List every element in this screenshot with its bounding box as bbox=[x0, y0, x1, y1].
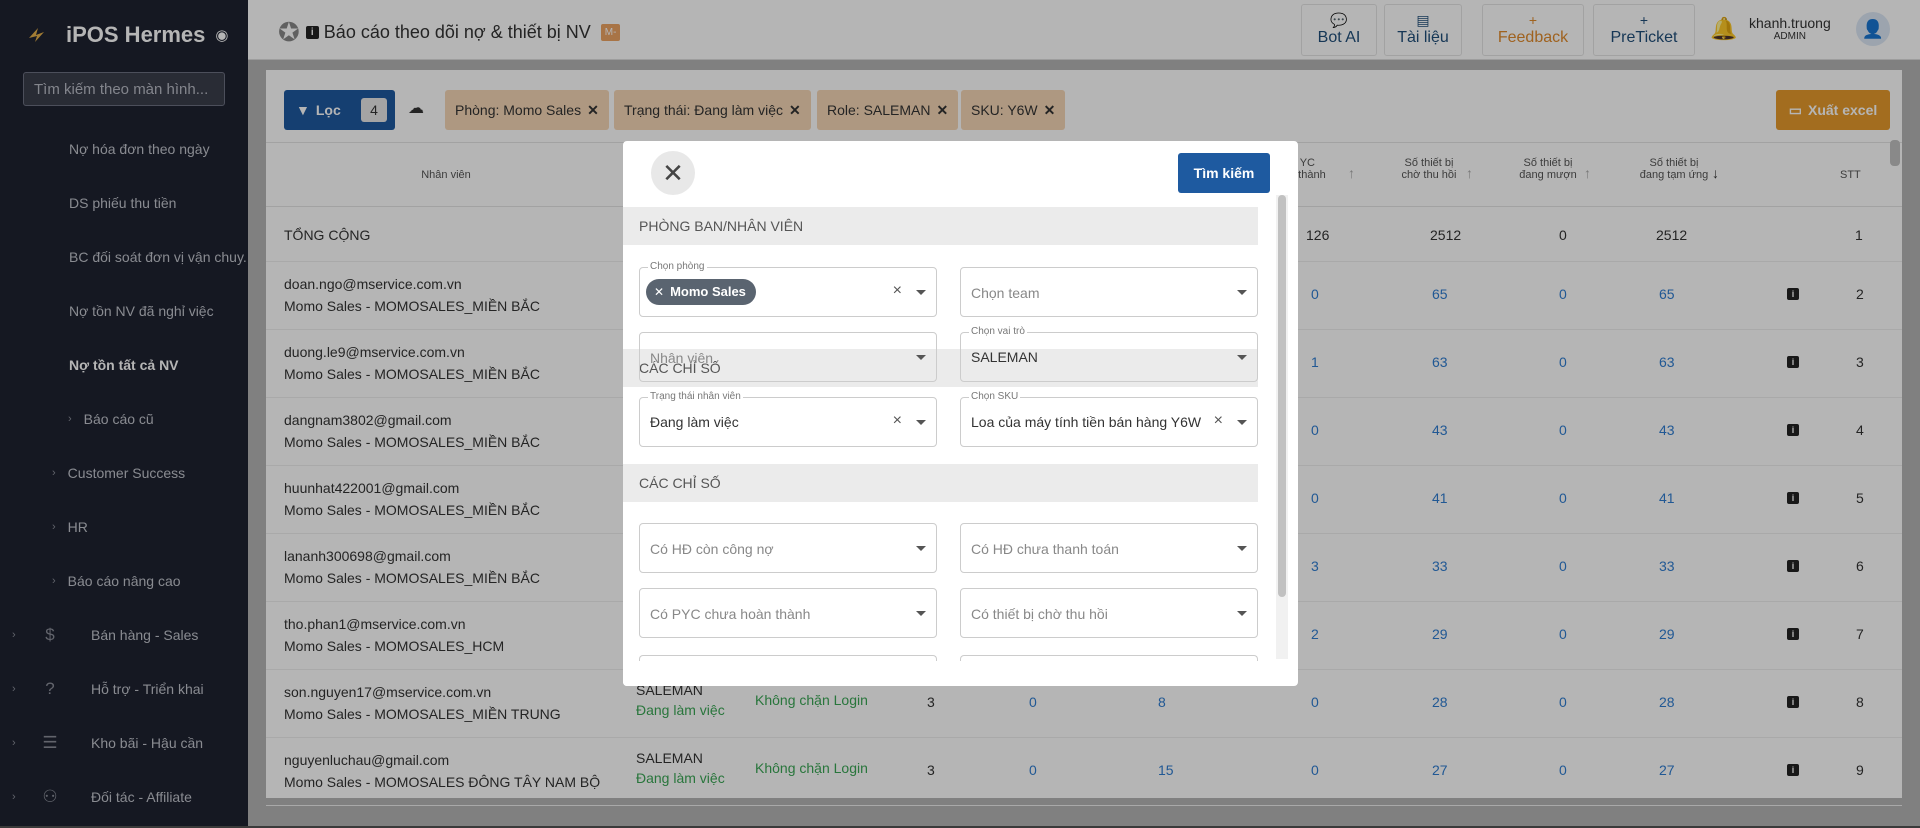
close-icon[interactable]: ✕ bbox=[654, 285, 664, 299]
placeholder: Có HĐ còn công nợ bbox=[650, 541, 774, 557]
chevron-down-icon[interactable] bbox=[916, 355, 926, 360]
field-label: Chọn vai trò bbox=[969, 326, 1027, 337]
field-value: Loa của máy tính tiền bán hàng Y6W bbox=[971, 414, 1202, 430]
close-icon[interactable]: ✕ bbox=[651, 151, 695, 195]
section-header-indicators: CÁC CHỈ SỐ bbox=[623, 464, 1258, 502]
placeholder: Nhân viên bbox=[650, 350, 714, 366]
scrollbar-thumb[interactable] bbox=[1278, 195, 1286, 597]
chip-label: Momo Sales bbox=[670, 284, 746, 299]
field-label: Chọn SKU bbox=[969, 391, 1021, 402]
placeholder: Có PYC chưa hoàn thành bbox=[650, 606, 811, 622]
chevron-down-icon[interactable] bbox=[1237, 611, 1247, 616]
chevron-down-icon[interactable] bbox=[1237, 355, 1247, 360]
status-select[interactable]: Trạng thái nhân viên Đang làm việc × bbox=[639, 391, 937, 447]
pyc-select[interactable]: Có PYC chưa hoàn thành bbox=[639, 588, 937, 638]
section-header-department: PHÒNG BAN/NHÂN VIÊN bbox=[623, 207, 1258, 245]
chevron-down-icon[interactable] bbox=[916, 546, 926, 551]
search-button[interactable]: Tìm kiếm bbox=[1178, 153, 1270, 193]
debt-invoice-select[interactable]: Có HĐ còn công nợ bbox=[639, 523, 937, 573]
department-select[interactable]: Chọn phòng ✕ Momo Sales × bbox=[639, 261, 937, 317]
chevron-down-icon[interactable] bbox=[916, 420, 926, 425]
chevron-down-icon[interactable] bbox=[1237, 290, 1247, 295]
field-value: Đang làm việc bbox=[650, 414, 739, 430]
team-select[interactable]: Chọn team bbox=[960, 267, 1258, 317]
field-value: SALEMAN bbox=[971, 349, 1038, 365]
selected-chip: ✕ Momo Sales bbox=[646, 279, 756, 305]
clear-icon[interactable]: × bbox=[893, 282, 902, 300]
clear-icon[interactable]: × bbox=[1214, 412, 1223, 430]
unpaid-invoice-select[interactable]: Có HĐ chưa thanh toán bbox=[960, 523, 1258, 573]
role-select[interactable]: Chọn vai trò SALEMAN bbox=[960, 326, 1258, 382]
chevron-down-icon[interactable] bbox=[916, 611, 926, 616]
modal-scrollbar[interactable] bbox=[1276, 195, 1288, 659]
clear-icon[interactable]: × bbox=[893, 412, 902, 430]
employee-select[interactable]: Nhân viên bbox=[639, 332, 937, 382]
field-label: Chọn phòng bbox=[648, 261, 707, 272]
field-label: Trạng thái nhân viên bbox=[648, 391, 743, 402]
chevron-down-icon[interactable] bbox=[1237, 546, 1247, 551]
modal-fade bbox=[623, 661, 1273, 686]
placeholder: Có HĐ chưa thanh toán bbox=[971, 541, 1119, 557]
device-recall-select[interactable]: Có thiết bị chờ thu hồi bbox=[960, 588, 1258, 638]
chevron-down-icon[interactable] bbox=[916, 290, 926, 295]
placeholder: Có thiết bị chờ thu hồi bbox=[971, 606, 1108, 622]
chevron-down-icon[interactable] bbox=[1237, 420, 1247, 425]
placeholder: Chọn team bbox=[971, 285, 1040, 301]
filter-modal: ✕ Tìm kiếm CÁC CHỈ SỐ PHÒNG BAN/NHÂN VIÊ… bbox=[623, 141, 1298, 686]
sku-select[interactable]: Chọn SKU Loa của máy tính tiền bán hàng … bbox=[960, 391, 1258, 447]
